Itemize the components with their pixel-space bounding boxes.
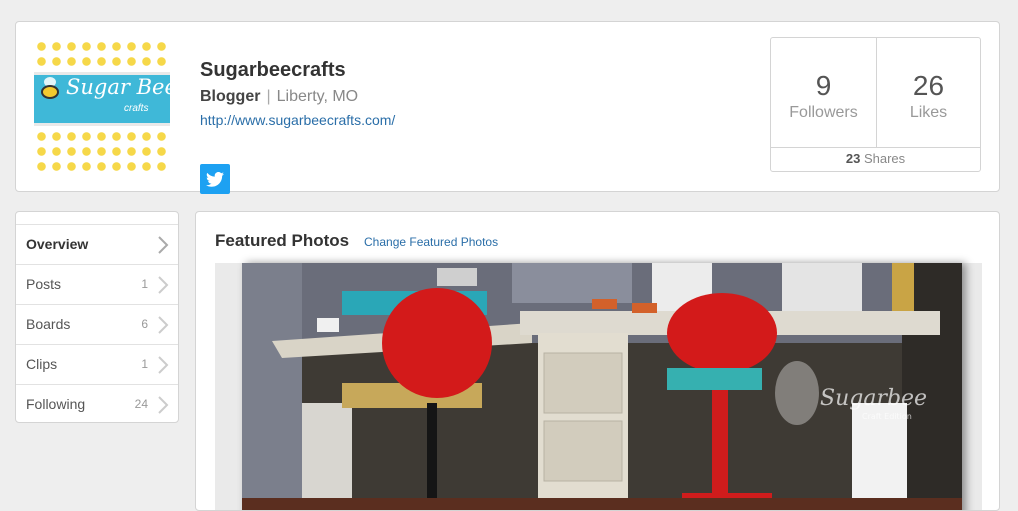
nav-item-count: 1 — [141, 277, 148, 291]
likes-count: 26 — [912, 70, 945, 101]
followers-count: 9 — [815, 70, 832, 101]
chevron-right-icon — [158, 396, 169, 414]
shares-stat: 23 Shares — [771, 147, 980, 172]
profile-stats: 9 Followers 26 Likes 23 Shares — [770, 37, 981, 172]
profile-location: Liberty, MO — [276, 88, 359, 105]
chevron-right-icon — [158, 316, 169, 334]
likes-label: Likes — [909, 104, 948, 121]
followers-label: Followers — [789, 104, 858, 121]
shares-count: 23 — [845, 151, 861, 166]
logo-subtitle: crafts — [124, 103, 149, 114]
nav-item-label: Boards — [26, 316, 71, 332]
nav-item-label: Clips — [26, 356, 58, 372]
bee-icon — [41, 85, 59, 99]
logo-title: Sugar Bee — [66, 75, 170, 99]
likes-stat[interactable]: 26 Likes — [876, 38, 981, 147]
craft-room-illustration: Sugarbee Craft Edition — [242, 263, 962, 510]
meta-separator: | — [266, 88, 271, 105]
followers-stat[interactable]: 9 Followers — [771, 38, 877, 147]
featured-photos-title: Featured Photos — [215, 231, 350, 250]
profile-logo[interactable]: Sugar Bee crafts — [34, 39, 170, 174]
nav-item-count: 6 — [141, 317, 148, 331]
nav-item-clips[interactable]: Clips 1 — [16, 344, 178, 384]
nav-item-label: Posts — [26, 276, 62, 292]
profile-meta: Blogger | Liberty, MO — [200, 88, 358, 106]
nav-item-overview[interactable]: Overview — [16, 224, 178, 264]
twitter-icon — [206, 171, 224, 187]
nav-item-boards[interactable]: Boards 6 — [16, 304, 178, 344]
craft-room-photo: Sugarbee Craft Edition — [242, 263, 962, 510]
nav-item-count: 1 — [141, 357, 148, 371]
profile-name: Sugarbeecrafts — [200, 59, 346, 81]
nav-item-following[interactable]: Following 24 — [16, 384, 178, 422]
profile-nav: Overview Posts 1 Boards 6 Clips 1 Follow… — [15, 211, 179, 423]
nav-item-label: Following — [26, 396, 86, 412]
chevron-right-icon — [158, 356, 169, 374]
chevron-right-icon — [158, 236, 169, 254]
profile-card: Sugar Bee crafts Sugarbeecrafts Blogger |… — [15, 21, 1000, 194]
photo-watermark-sub: Craft Edition — [862, 412, 912, 421]
nav-item-label: Overview — [26, 236, 89, 252]
nav-item-posts[interactable]: Posts 1 — [16, 264, 178, 304]
photo-watermark: Sugarbee — [820, 386, 927, 411]
profile-website-link[interactable]: http://www.sugarbeecrafts.com/ — [200, 112, 395, 128]
shares-label: Shares — [863, 151, 906, 166]
featured-photo[interactable]: Sugarbee Craft Edition — [215, 263, 982, 510]
twitter-button[interactable] — [200, 164, 230, 194]
featured-photos-panel: Featured Photos Change Featured Photos S… — [195, 211, 1000, 511]
nav-item-count: 24 — [134, 397, 148, 411]
profile-role: Blogger — [200, 88, 261, 105]
change-featured-photos-link[interactable]: Change Featured Photos — [364, 235, 498, 249]
chevron-right-icon — [158, 276, 169, 294]
